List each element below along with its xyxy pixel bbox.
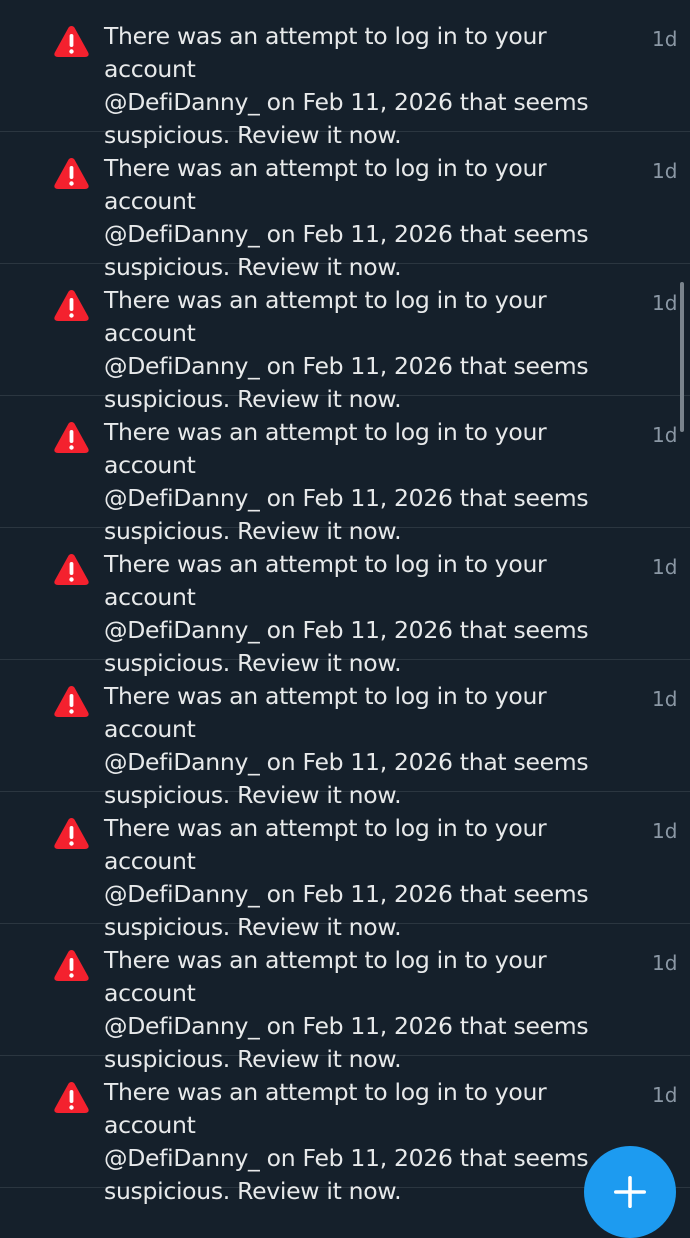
notification-text: There was an attempt to log in to your a… [104, 1078, 589, 1205]
notification-item[interactable]: There was an attempt to log in to your a… [0, 132, 690, 281]
warning-icon [54, 422, 89, 453]
plus-icon [614, 1176, 646, 1208]
notification-time: 1d [652, 291, 678, 315]
notifications-list: There was an attempt to log in to your a… [0, 0, 690, 1205]
notification-time: 1d [652, 159, 678, 183]
notification-item[interactable]: There was an attempt to log in to your a… [0, 528, 690, 677]
warning-icon [54, 158, 89, 189]
notification-time: 1d [652, 27, 678, 51]
compose-button[interactable] [584, 1146, 676, 1238]
notification-item[interactable]: There was an attempt to log in to your a… [0, 396, 690, 545]
warning-icon [54, 686, 89, 717]
warning-icon [54, 26, 89, 57]
notification-item[interactable]: There was an attempt to log in to your a… [0, 0, 690, 149]
notification-item[interactable]: There was an attempt to log in to your a… [0, 924, 690, 1073]
notification-time: 1d [652, 1083, 678, 1107]
warning-icon [54, 950, 89, 981]
warning-icon [54, 818, 89, 849]
scrollbar-thumb[interactable] [680, 282, 684, 432]
notification-item[interactable]: There was an attempt to log in to your a… [0, 792, 690, 941]
notification-item[interactable]: There was an attempt to log in to your a… [0, 1056, 690, 1205]
notification-time: 1d [652, 423, 678, 447]
warning-icon [54, 1082, 89, 1113]
warning-icon [54, 554, 89, 585]
notification-time: 1d [652, 687, 678, 711]
notification-item[interactable]: There was an attempt to log in to your a… [0, 264, 690, 413]
notification-time: 1d [652, 819, 678, 843]
notification-item[interactable]: There was an attempt to log in to your a… [0, 660, 690, 809]
warning-icon [54, 290, 89, 321]
notification-time: 1d [652, 951, 678, 975]
notification-time: 1d [652, 555, 678, 579]
